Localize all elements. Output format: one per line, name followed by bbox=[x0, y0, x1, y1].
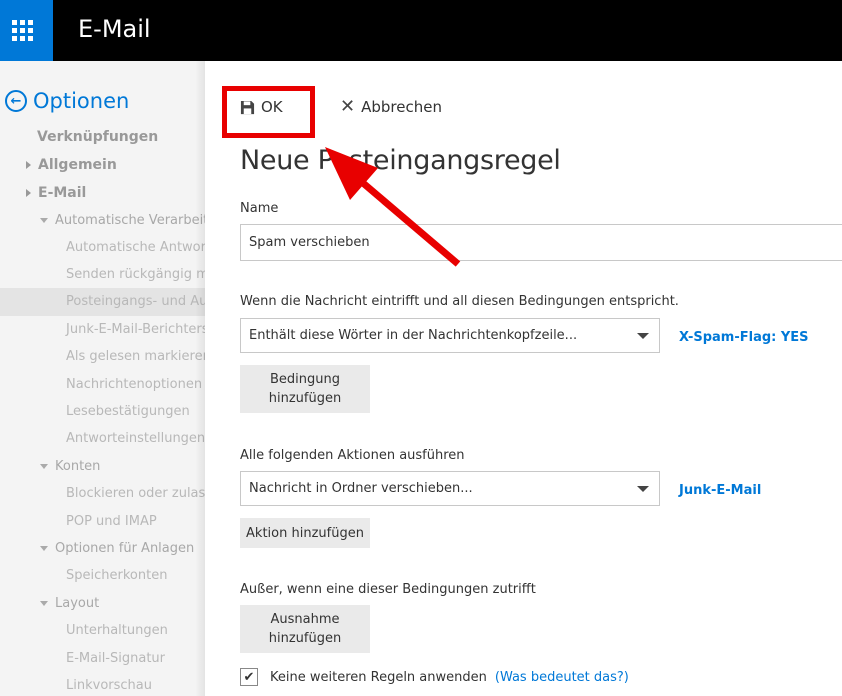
rule-name-field[interactable]: Spam verschieben bbox=[240, 224, 842, 261]
sidebar-item-email-signature[interactable]: E-Mail-Signatur bbox=[66, 651, 165, 666]
stop-rules-checkbox[interactable]: ✔ bbox=[240, 668, 258, 686]
sidebar-item-junk-reporting[interactable]: Junk-E-Mail-Berichterstattung bbox=[66, 322, 205, 337]
page-title: Neue Posteingangsregel bbox=[240, 145, 561, 176]
action-value-link[interactable]: Junk-E-Mail bbox=[679, 483, 761, 498]
chevron-down-icon bbox=[637, 333, 649, 339]
sidebar-item-link-preview[interactable]: Linkvorschau bbox=[66, 678, 152, 693]
options-heading: Optionen bbox=[33, 89, 130, 113]
action-select-value: Nachricht in Ordner verschieben... bbox=[249, 481, 473, 496]
cancel-label: Abbrechen bbox=[361, 98, 442, 116]
sidebar-item-block-or-allow[interactable]: Blockieren oder zulassen bbox=[66, 486, 205, 501]
collapse-icon bbox=[40, 218, 48, 223]
sidebar-item-general[interactable]: Allgemein bbox=[26, 157, 117, 173]
sidebar-item-layout[interactable]: Layout bbox=[40, 596, 99, 611]
options-sidebar: ← Optionen Verknüpfungen Allgemein E-Mai… bbox=[0, 61, 205, 696]
sidebar-item-automatic-processing[interactable]: Automatische Verarbeitung bbox=[40, 213, 205, 228]
add-exception-button[interactable]: Ausnahme hinzufügen bbox=[240, 605, 370, 653]
top-bar: E-Mail bbox=[0, 0, 842, 61]
sidebar-item-automatic-replies[interactable]: Automatische Antworten bbox=[66, 240, 205, 255]
cancel-button[interactable]: ✕ Abbrechen bbox=[340, 96, 442, 117]
close-icon: ✕ bbox=[340, 96, 356, 117]
condition-select-value: Enthält diese Wörter in der Nachrichtenk… bbox=[249, 328, 578, 343]
panel-shadow bbox=[195, 61, 205, 696]
sidebar-item-reply-settings[interactable]: Antworteinstellungen bbox=[66, 431, 205, 446]
chevron-down-icon bbox=[637, 486, 649, 492]
condition-select[interactable]: Enthält diese Wörter in der Nachrichtenk… bbox=[240, 318, 660, 353]
add-action-button[interactable]: Aktion hinzufügen bbox=[240, 518, 370, 548]
stop-rules-row: ✔ Keine weiteren Regeln anwenden (Was be… bbox=[240, 668, 629, 686]
add-condition-button[interactable]: Bedingung hinzufügen bbox=[240, 365, 370, 413]
sidebar-item-accounts[interactable]: Konten bbox=[40, 459, 100, 474]
app-launcher-button[interactable] bbox=[0, 0, 53, 61]
action-select[interactable]: Nachricht in Ordner verschieben... bbox=[240, 471, 660, 506]
ok-highlight-annotation bbox=[222, 86, 315, 138]
condition-label: Wenn die Nachricht eintrifft und all die… bbox=[240, 294, 679, 309]
sidebar-item-read-receipts[interactable]: Lesebestätigungen bbox=[66, 404, 190, 419]
collapse-icon bbox=[40, 601, 48, 606]
sidebar-item-attachment-options[interactable]: Optionen für Anlagen bbox=[40, 541, 194, 556]
action-label: Alle folgenden Aktionen ausführen bbox=[240, 448, 465, 463]
sidebar-item-undo-send[interactable]: Senden rückgängig machen bbox=[66, 267, 205, 282]
sidebar-item-message-options[interactable]: Nachrichtenoptionen bbox=[66, 377, 202, 392]
collapse-icon bbox=[40, 464, 48, 469]
name-label: Name bbox=[240, 201, 279, 216]
sidebar-item-pop-imap[interactable]: POP und IMAP bbox=[66, 514, 157, 529]
exception-label: Außer, wenn eine dieser Bedingungen zutr… bbox=[240, 582, 536, 597]
sidebar-item-storage-accounts[interactable]: Speicherkonten bbox=[66, 568, 167, 583]
app-title: E-Mail bbox=[78, 15, 151, 43]
checkmark-icon: ✔ bbox=[243, 669, 255, 685]
waffle-icon bbox=[12, 20, 33, 41]
expand-icon bbox=[26, 189, 31, 197]
stop-rules-label: Keine weiteren Regeln anwenden bbox=[270, 669, 487, 685]
options-back-button[interactable]: ← Optionen bbox=[5, 89, 129, 113]
expand-icon bbox=[26, 161, 31, 169]
sidebar-item-shortcuts[interactable]: Verknüpfungen bbox=[37, 129, 158, 145]
collapse-icon bbox=[40, 546, 48, 551]
condition-value-link[interactable]: X-Spam-Flag: YES bbox=[679, 330, 809, 345]
sidebar-item-inbox-rules[interactable]: Posteingangs- und Aufräumregeln bbox=[66, 294, 205, 309]
back-arrow-icon: ← bbox=[5, 90, 27, 112]
what-does-this-mean-link[interactable]: (Was bedeutet das?) bbox=[495, 670, 629, 685]
sidebar-item-mail[interactable]: E-Mail bbox=[26, 185, 86, 201]
sidebar-item-mark-as-read[interactable]: Als gelesen markieren bbox=[66, 349, 205, 364]
rule-editor-panel: OK ✕ Abbrechen Neue Posteingangsregel Na… bbox=[205, 61, 842, 696]
sidebar-item-conversations[interactable]: Unterhaltungen bbox=[66, 623, 168, 638]
